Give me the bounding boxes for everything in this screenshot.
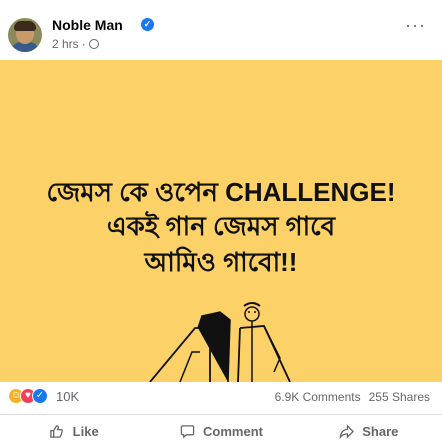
author-name[interactable]: Noble Man — [52, 17, 123, 33]
like-thumb-icon — [49, 424, 65, 440]
meta-separator: · — [81, 37, 86, 51]
shares-count[interactable]: 255 Shares — [369, 390, 430, 404]
share-button[interactable]: Share — [295, 415, 442, 448]
share-arrow-icon — [338, 424, 354, 440]
like-label: Like — [72, 424, 99, 439]
more-options-icon[interactable]: ··· — [405, 16, 426, 34]
image-text-line-3: আমিও গাবো!! — [144, 247, 298, 277]
stats-bar: ☺ ♥ ✓ 10K 6.9K Comments 255 Shares — [0, 382, 442, 410]
comment-bubble-icon — [179, 424, 195, 440]
action-bar: Like Comment Share — [0, 414, 442, 448]
comments-count[interactable]: 6.9K Comments — [275, 390, 361, 404]
avatar[interactable] — [8, 18, 42, 52]
globe-icon — [88, 39, 99, 49]
comment-label: Comment — [203, 424, 263, 439]
reaction-count[interactable]: 10K — [56, 389, 79, 404]
share-label: Share — [362, 424, 399, 439]
reactions-summary[interactable]: ☺ ♥ ✓ 10K — [8, 388, 79, 404]
post-time[interactable]: 2 hrs — [52, 37, 79, 51]
like-reaction-icon: ✓ — [32, 388, 48, 404]
post-meta: 2 hrs · — [52, 37, 99, 51]
like-button[interactable]: Like — [0, 415, 147, 448]
verified-icon: ✓ — [141, 18, 154, 31]
post-header: Noble Man ✓ 2 hrs · ··· — [0, 0, 442, 60]
post-image[interactable]: জেমস কে ওপেন CHALLENGE! একই গান জেমস গাব… — [0, 60, 442, 382]
illustration-figures — [149, 302, 291, 382]
engagement-counts: 6.9K Comments 255 Shares — [275, 390, 430, 404]
comment-button[interactable]: Comment — [147, 415, 294, 448]
